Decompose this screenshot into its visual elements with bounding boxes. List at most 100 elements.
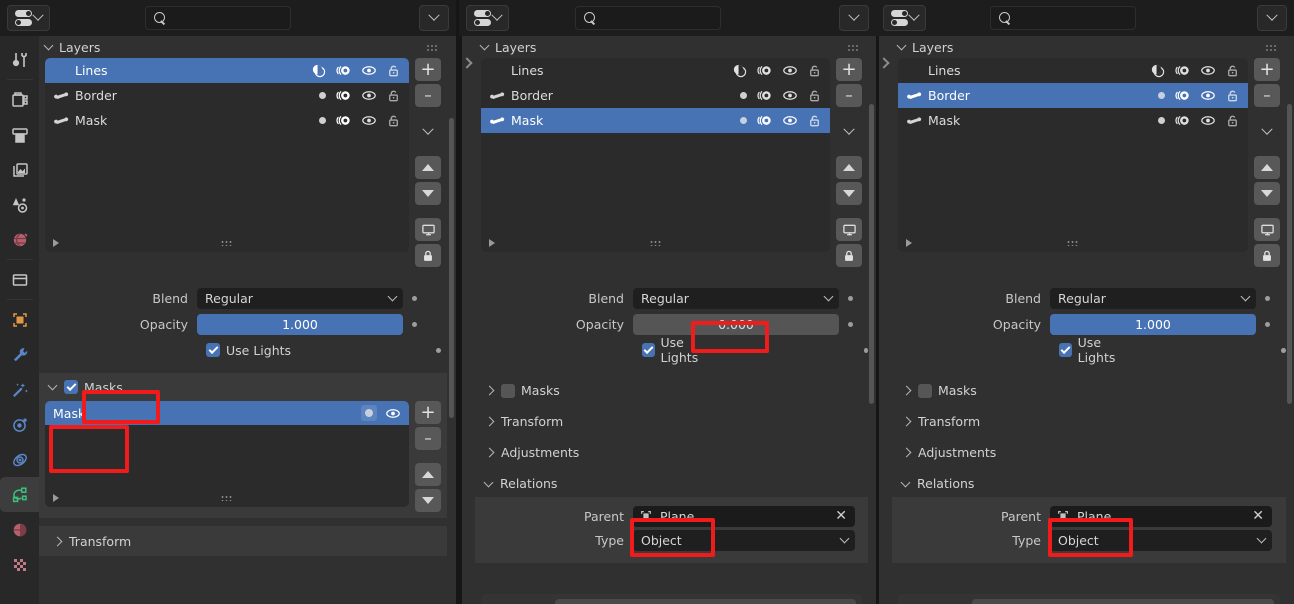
unlocked-icon[interactable] — [807, 113, 822, 128]
dot-icon[interactable] — [740, 117, 747, 124]
eye-icon[interactable] — [361, 113, 377, 128]
unlocked-icon[interactable] — [386, 63, 401, 78]
drag-grip-icon[interactable] — [847, 44, 860, 51]
add-layer-button[interactable] — [1254, 58, 1280, 81]
editor-type-selector[interactable] — [466, 5, 509, 31]
blend-dropdown[interactable]: Regular — [633, 287, 839, 309]
opacity-slider[interactable]: 1.000 — [197, 313, 403, 335]
eye-icon[interactable] — [1200, 63, 1216, 78]
eye-icon[interactable] — [361, 63, 377, 78]
animate-property-dot[interactable] — [412, 321, 417, 327]
x-close-icon[interactable]: ✕ — [1252, 509, 1264, 523]
sidebar-item-view-layer[interactable] — [0, 152, 39, 187]
panel-2-scrollbar[interactable] — [869, 104, 874, 404]
move-layer-up-button[interactable] — [1254, 156, 1280, 179]
masks-checkbox[interactable] — [501, 383, 515, 398]
add-layer-button[interactable] — [836, 58, 862, 81]
editor-type-selector[interactable] — [883, 5, 926, 31]
layer-specials-button[interactable] — [415, 120, 441, 143]
unlocked-icon[interactable] — [1225, 63, 1240, 78]
onion-skin-icon[interactable] — [335, 63, 352, 78]
layer-specials-button[interactable] — [1254, 120, 1280, 143]
lock-layers-button[interactable] — [836, 244, 862, 267]
onion-skin-icon[interactable] — [756, 88, 773, 103]
eye-icon[interactable] — [782, 63, 798, 78]
blend-dropdown[interactable]: Regular — [197, 287, 403, 309]
move-mask-up-button[interactable] — [415, 463, 441, 486]
resize-grip-icon[interactable] — [1066, 239, 1080, 246]
unlocked-icon[interactable] — [1225, 88, 1240, 103]
expand-triangle-icon[interactable] — [489, 238, 495, 247]
use-lights-checkbox[interactable] — [1059, 343, 1072, 357]
animate-property-dot[interactable] — [848, 321, 853, 327]
mask-list[interactable]: Mask — [45, 401, 409, 507]
editor-type-selector[interactable] — [7, 5, 50, 31]
layers-list[interactable]: Lines Border Mask — [45, 58, 409, 252]
expand-triangle-icon[interactable] — [906, 238, 912, 247]
sidebar-item-material[interactable] — [0, 512, 39, 547]
masks-section-header[interactable]: Masks — [892, 375, 1286, 406]
masks-section-header[interactable]: Masks — [39, 375, 447, 399]
isolate-display-button[interactable] — [415, 218, 441, 241]
panel-1-scrollbar[interactable] — [449, 118, 454, 418]
table-row[interactable]: Mask — [898, 108, 1248, 133]
parent-object-field[interactable]: Plane ✕ — [633, 505, 855, 527]
x-close-icon[interactable]: ✕ — [835, 509, 847, 523]
parent-type-dropdown[interactable]: Object — [633, 529, 855, 551]
mask-influence-icon[interactable] — [1150, 63, 1165, 78]
eye-icon[interactable] — [782, 113, 798, 128]
remove-layer-button[interactable] — [836, 84, 862, 107]
isolate-display-button[interactable] — [836, 218, 862, 241]
table-row[interactable]: Mask — [481, 108, 830, 133]
add-mask-button[interactable] — [415, 401, 441, 424]
onion-skin-icon[interactable] — [1174, 63, 1191, 78]
lock-layers-button[interactable] — [1254, 244, 1280, 267]
remove-layer-button[interactable] — [1254, 84, 1280, 107]
transform-section-header[interactable]: Transform — [475, 406, 868, 437]
use-lights-checkbox[interactable] — [642, 343, 655, 357]
isolate-display-button[interactable] — [1254, 218, 1280, 241]
use-lights-checkbox[interactable] — [206, 343, 220, 357]
onion-skin-icon[interactable] — [335, 113, 352, 128]
relations-section-header[interactable]: Relations — [892, 468, 1286, 499]
eye-icon[interactable] — [1200, 88, 1216, 103]
sidebar-item-collection[interactable] — [0, 262, 39, 297]
masks-section-header[interactable]: Masks — [475, 375, 868, 406]
animate-property-dot[interactable] — [1281, 347, 1286, 353]
sidebar-item-effects[interactable] — [0, 372, 39, 407]
sidebar-item-world[interactable] — [0, 222, 39, 257]
mask-influence-icon[interactable] — [311, 63, 326, 78]
relations-section-header[interactable]: Relations — [475, 468, 868, 499]
unlocked-icon[interactable] — [386, 113, 401, 128]
eye-icon[interactable] — [782, 88, 798, 103]
unlocked-icon[interactable] — [807, 88, 822, 103]
search-input[interactable] — [990, 6, 1136, 30]
sidebar-item-output[interactable] — [0, 117, 39, 152]
dot-icon[interactable] — [319, 92, 326, 99]
panel-options-button[interactable] — [1257, 5, 1287, 31]
opacity-slider[interactable]: 0.000 — [633, 313, 839, 335]
animate-property-dot[interactable] — [1265, 295, 1270, 301]
parent-type-dropdown[interactable]: Object — [1050, 529, 1272, 551]
unlocked-icon[interactable] — [1225, 113, 1240, 128]
dot-icon[interactable] — [1158, 117, 1165, 124]
table-row[interactable]: Border — [898, 83, 1248, 108]
onion-skin-icon[interactable] — [335, 88, 352, 103]
resize-grip-icon[interactable] — [649, 239, 662, 246]
lock-layers-button[interactable] — [415, 244, 441, 267]
search-input[interactable] — [145, 6, 291, 30]
panel-3-scrollbar[interactable] — [1287, 104, 1292, 404]
layer-specials-button[interactable] — [836, 120, 862, 143]
move-layer-down-button[interactable] — [836, 182, 862, 205]
resize-grip-icon[interactable] — [220, 494, 234, 501]
drag-grip-icon[interactable] — [426, 44, 439, 51]
masks-checkbox[interactable] — [64, 380, 78, 394]
expand-triangle-icon[interactable] — [53, 493, 59, 502]
move-layer-up-button[interactable] — [415, 156, 441, 179]
dot-icon[interactable] — [1158, 92, 1165, 99]
layers-list[interactable]: Lines Border Mask — [898, 58, 1248, 252]
expand-triangle-icon[interactable] — [53, 238, 59, 247]
sidebar-item-physics[interactable] — [0, 442, 39, 477]
sidebar-item-object-data[interactable] — [0, 477, 39, 512]
table-row[interactable]: Lines — [898, 58, 1248, 83]
